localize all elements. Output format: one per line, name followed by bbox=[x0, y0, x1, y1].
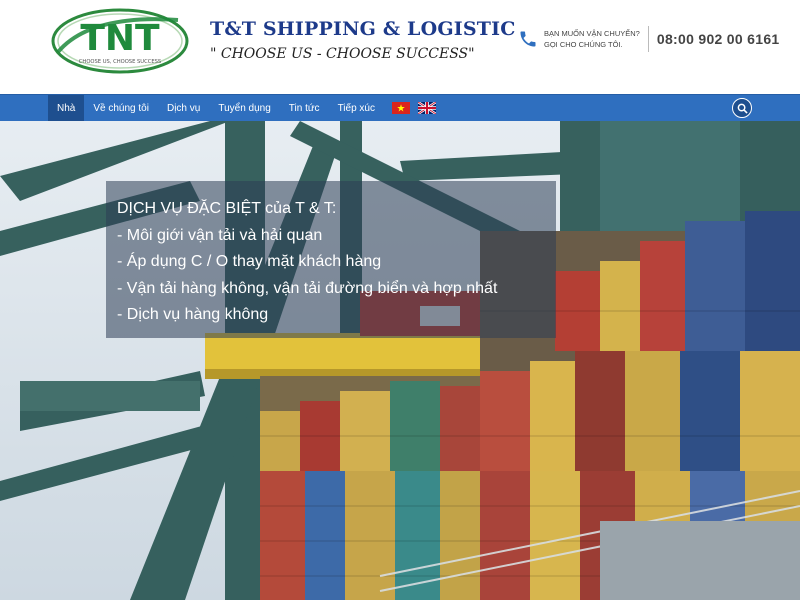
service-item: - Môi giới vận tải và hải quan bbox=[117, 226, 323, 244]
services-overlay: DỊCH VỤ ĐẶC BIỆT của T & T: - Môi giới v… bbox=[106, 181, 556, 338]
brand-block: T&T SHIPPING & LOGISTIC " CHOOSE US - CH… bbox=[210, 18, 516, 62]
nav-items: Nhà Về chúng tôi Dịch vụ Tuyển dụng Tin … bbox=[48, 95, 440, 121]
services-title: DỊCH VỤ ĐẶC BIỆT của T & T: bbox=[117, 200, 337, 217]
nav-item-news[interactable]: Tin tức bbox=[280, 95, 329, 121]
phone-icon bbox=[520, 31, 536, 47]
vietnam-flag-icon[interactable] bbox=[388, 95, 414, 121]
main-nav: Nhà Về chúng tôi Dịch vụ Tuyển dụng Tin … bbox=[0, 94, 800, 121]
contact-line-2: GỌI CHO CHÚNG TÔI. bbox=[544, 40, 623, 49]
contact-text: BẠN MUỐN VẬN CHUYỂN? GỌI CHO CHÚNG TÔI. bbox=[544, 28, 640, 50]
site-header: TNT CHOOSE US, CHOOSE SUCCESS T&T SHIPPI… bbox=[0, 0, 800, 94]
hero-banner: DỊCH VỤ ĐẶC BIỆT của T & T: - Môi giới v… bbox=[0, 121, 800, 600]
tnt-logo[interactable]: TNT CHOOSE US, CHOOSE SUCCESS bbox=[50, 8, 190, 74]
contact-divider bbox=[647, 26, 649, 52]
nav-item-contact[interactable]: Tiếp xúc bbox=[329, 95, 384, 121]
phone-number[interactable]: 08:00 902 00 6161 bbox=[657, 31, 780, 47]
nav-item-home[interactable]: Nhà bbox=[48, 95, 85, 121]
search-button[interactable] bbox=[732, 98, 752, 118]
svg-text:TNT: TNT bbox=[80, 18, 160, 59]
service-item: - Dịch vụ hàng không bbox=[117, 306, 269, 323]
svg-text:CHOOSE US, CHOOSE SUCCESS: CHOOSE US, CHOOSE SUCCESS bbox=[79, 59, 161, 65]
nav-item-about[interactable]: Về chúng tôi bbox=[84, 95, 158, 121]
contact-block[interactable]: BẠN MUỐN VẬN CHUYỂN? GỌI CHO CHÚNG TÔI. … bbox=[518, 24, 780, 54]
nav-item-services[interactable]: Dịch vụ bbox=[158, 95, 209, 121]
uk-flag-icon[interactable] bbox=[414, 95, 440, 121]
service-item: - Áp dụng C / O thay mặt khách hàng bbox=[117, 253, 382, 270]
contact-line-1: BẠN MUỐN VẬN CHUYỂN? bbox=[544, 29, 640, 38]
brand-slogan: " CHOOSE US - CHOOSE SUCCESS" bbox=[210, 46, 475, 62]
search-icon bbox=[737, 103, 748, 114]
service-item: - Vận tải hàng không, vận tải đường biển… bbox=[117, 279, 498, 297]
nav-item-recruitment[interactable]: Tuyển dụng bbox=[209, 95, 279, 121]
brand-name: T&T SHIPPING & LOGISTIC bbox=[210, 18, 516, 40]
